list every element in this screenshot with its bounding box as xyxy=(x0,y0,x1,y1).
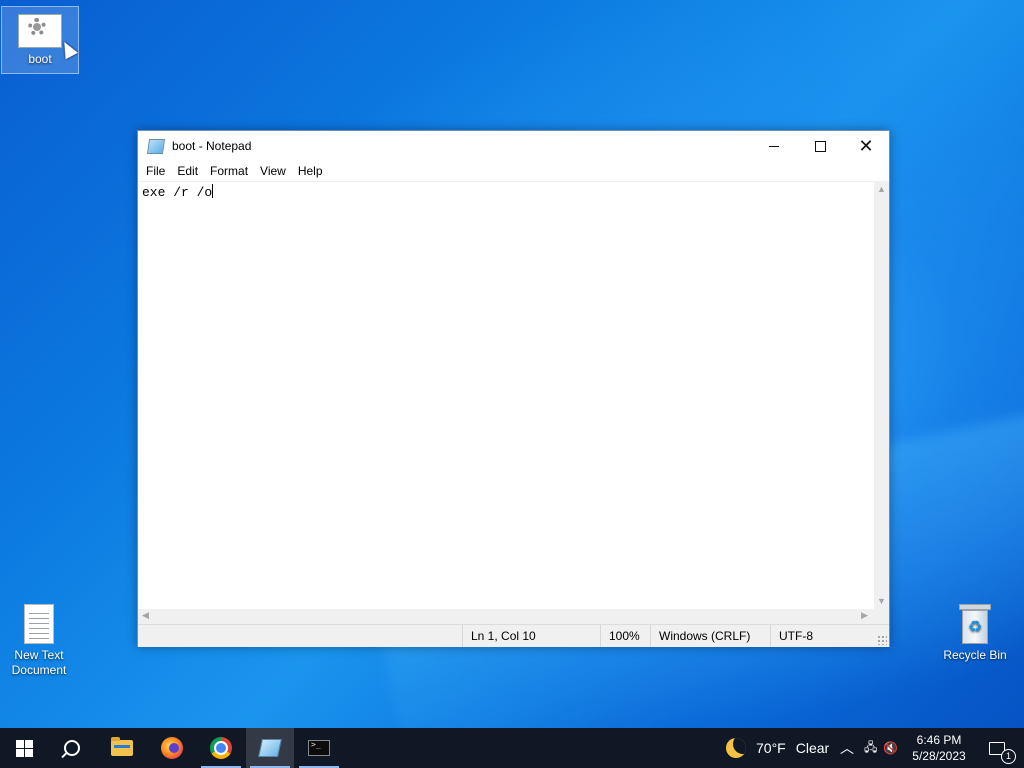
close-icon: ✕ xyxy=(858,135,874,156)
chevron-up-icon[interactable]: ︿ xyxy=(840,738,854,758)
minimize-icon xyxy=(769,145,779,147)
search-icon xyxy=(64,740,80,756)
desktop-icon-boot[interactable]: boot xyxy=(1,6,79,74)
text-caret xyxy=(212,184,214,198)
notepad-icon xyxy=(258,739,282,757)
maximize-icon xyxy=(814,140,826,152)
start-icon xyxy=(15,739,33,757)
clock[interactable]: 6:46 PM 5/28/2023 xyxy=(910,728,968,768)
firefox-button[interactable] xyxy=(148,728,196,768)
horizontal-scrollbar[interactable]: ◀ ▶ xyxy=(138,609,874,624)
status-position: Ln 1, Col 10 xyxy=(462,625,600,647)
notepad-icon xyxy=(146,138,166,154)
notification-icon: 1 xyxy=(989,741,1016,764)
window-controls: ✕ xyxy=(751,131,889,161)
window-title: boot - Notepad xyxy=(172,139,252,153)
desktop-icon-recycle-bin[interactable]: ♻ Recycle Bin xyxy=(937,602,1013,663)
file-explorer-button[interactable] xyxy=(98,728,146,768)
notepad-window: boot - Notepad ✕ File Edit Format View H… xyxy=(137,130,890,647)
clock-time: 6:46 PM xyxy=(916,733,962,747)
status-bar: Ln 1, Col 10 100% Windows (CRLF) UTF-8 xyxy=(138,624,889,647)
weather-condition: Clear xyxy=(795,740,830,756)
text-editor[interactable]: exe /r /o xyxy=(138,181,874,610)
desktop-icon-label: New Text Document xyxy=(11,648,67,677)
editor-content: exe /r /o xyxy=(142,184,214,200)
mouse-cursor-icon xyxy=(58,38,78,60)
scrollbar-corner xyxy=(874,609,889,624)
desktop-icon-label: Recycle Bin xyxy=(943,648,1007,662)
file-explorer-icon xyxy=(111,737,133,756)
vertical-scrollbar[interactable]: ▲ ▼ xyxy=(874,181,889,609)
firefox-icon xyxy=(161,737,183,759)
maximize-button[interactable] xyxy=(797,131,843,161)
text-document-icon xyxy=(24,604,54,644)
network-icon[interactable]: 🖧 xyxy=(864,738,877,759)
settings-file-icon xyxy=(18,14,78,60)
scroll-down-icon[interactable]: ▼ xyxy=(877,596,886,606)
title-bar[interactable]: boot - Notepad ✕ xyxy=(138,131,889,161)
search-button[interactable] xyxy=(48,728,96,768)
desktop-icon-new-text-document[interactable]: New Text Document xyxy=(1,602,77,678)
clock-date: 5/28/2023 xyxy=(912,749,966,763)
desktop-icon-label: boot xyxy=(28,52,52,66)
menu-view[interactable]: View xyxy=(254,161,292,181)
menu-edit[interactable]: Edit xyxy=(171,161,204,181)
volume-muted-icon[interactable]: 🔇 xyxy=(883,741,898,755)
editor-text: exe /r /o xyxy=(142,185,213,200)
weather-widget[interactable]: 70°F Clear xyxy=(726,728,829,768)
menu-file[interactable]: File xyxy=(140,161,171,181)
status-zoom: 100% xyxy=(600,625,650,647)
weather-temperature: 70°F xyxy=(756,740,786,756)
terminal-icon: >_ xyxy=(308,740,330,756)
scroll-right-icon[interactable]: ▶ xyxy=(861,610,868,621)
recycle-bin-icon: ♻ xyxy=(959,604,991,644)
system-tray: ︿ 🖧 🔇 xyxy=(840,728,898,768)
status-encoding: UTF-8 xyxy=(770,625,870,647)
terminal-button[interactable]: >_ xyxy=(295,728,343,768)
menu-format[interactable]: Format xyxy=(204,161,254,181)
menu-bar: File Edit Format View Help xyxy=(138,161,889,181)
chrome-icon xyxy=(210,737,232,759)
menu-help[interactable]: Help xyxy=(292,161,329,181)
notification-count-badge: 1 xyxy=(1001,748,1016,764)
minimize-button[interactable] xyxy=(751,131,797,161)
desktop: boot New Text Document ♻ Recycle Bin boo… xyxy=(0,0,1024,728)
chrome-button[interactable] xyxy=(197,728,245,768)
moon-icon xyxy=(726,738,746,758)
start-button[interactable] xyxy=(0,728,48,768)
resize-grip-icon[interactable] xyxy=(877,635,887,645)
scroll-left-icon[interactable]: ◀ xyxy=(142,610,149,621)
notification-center-button[interactable]: 1 xyxy=(982,728,1016,768)
taskbar: >_ 70°F Clear ︿ 🖧 🔇 6:46 PM 5/28/2023 1 xyxy=(0,728,1024,768)
scroll-up-icon[interactable]: ▲ xyxy=(877,184,886,194)
status-line-ending: Windows (CRLF) xyxy=(650,625,770,647)
close-button[interactable]: ✕ xyxy=(843,131,889,161)
notepad-taskbar-button[interactable] xyxy=(246,728,294,768)
